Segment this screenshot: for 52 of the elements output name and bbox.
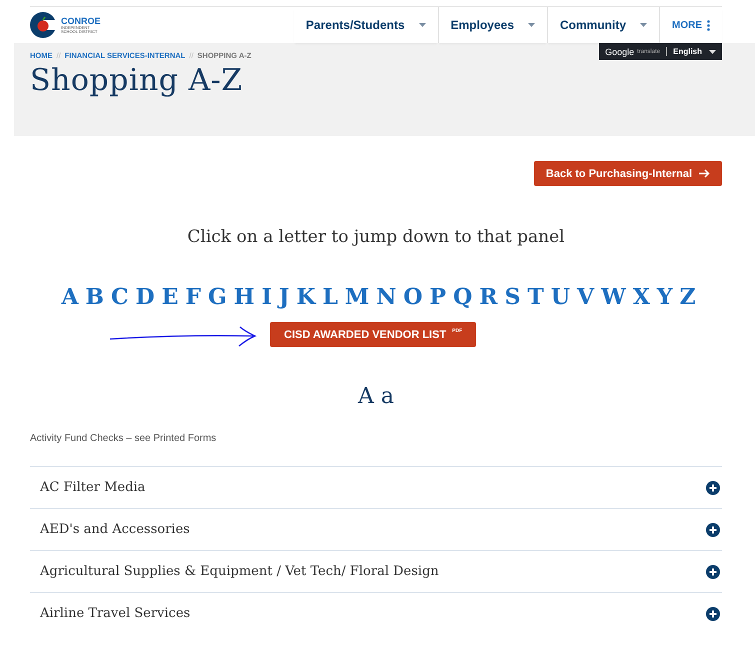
letter-link[interactable]: Y xyxy=(656,284,673,310)
letter-link[interactable]: F xyxy=(185,284,201,310)
letter-link[interactable]: R xyxy=(479,284,498,310)
nav-menu-item[interactable]: Parents/Students xyxy=(294,7,438,43)
letter-link[interactable]: I xyxy=(262,284,272,310)
plus-icon xyxy=(706,480,720,494)
letter-link[interactable]: H xyxy=(234,284,255,310)
letter-link[interactable]: T xyxy=(527,284,544,310)
back-button[interactable]: Back to Purchasing-Internal xyxy=(534,161,722,186)
letter-link[interactable]: M xyxy=(344,284,370,310)
arrow-right-icon xyxy=(699,169,710,178)
logo-icon xyxy=(30,12,56,38)
page-title: Shopping A-Z xyxy=(30,63,244,98)
vendor-list-button[interactable]: CISD AWARDED VENDOR LIST $^{PDF}$ xyxy=(270,322,476,347)
letter-link[interactable]: K xyxy=(296,284,316,310)
more-icon xyxy=(707,20,710,30)
letter-link[interactable]: V xyxy=(577,284,594,310)
letter-link[interactable]: O xyxy=(403,284,423,310)
letter-link[interactable]: Q xyxy=(453,284,472,310)
accordion-row[interactable]: AC Filter Media xyxy=(30,466,722,508)
letter-link[interactable]: X xyxy=(632,284,650,310)
letter-link[interactable]: N xyxy=(376,284,396,310)
caret-icon xyxy=(640,23,647,27)
letter-link[interactable]: P xyxy=(430,284,446,310)
plus-icon xyxy=(706,522,720,536)
section-heading: A a xyxy=(356,384,395,409)
letter-link[interactable]: D xyxy=(136,284,155,310)
letter-link[interactable]: W xyxy=(601,284,626,310)
letter-link[interactable]: Z xyxy=(680,284,696,310)
plus-icon xyxy=(706,606,720,620)
logo-name: CONROE xyxy=(61,16,101,26)
letter-link[interactable]: A xyxy=(61,284,78,310)
letter-link[interactable]: G xyxy=(208,284,227,310)
accordion-row[interactable]: Agricultural Supplies & Equipment / Vet Tech/ Floral Design xyxy=(30,550,722,592)
caret-icon xyxy=(418,23,426,27)
letter-link[interactable]: C xyxy=(111,284,129,310)
caret-icon xyxy=(709,50,716,54)
note-text: Activity Fund Checks – see Printed Forms xyxy=(30,433,218,444)
accordion-row[interactable]: Airline Travel Services xyxy=(30,592,722,634)
caret-icon xyxy=(528,23,535,27)
letter-link[interactable]: U xyxy=(550,284,570,310)
letter-link[interactable]: L xyxy=(322,284,338,310)
accordion-row[interactable]: AED's and Accessories xyxy=(30,508,722,550)
instruction-text: Click on a letter to jump down to that panel xyxy=(186,227,566,247)
nav-menu-item[interactable]: Community xyxy=(547,7,659,43)
letter-link[interactable]: E xyxy=(162,284,178,310)
nav-menu-item[interactable]: Employees xyxy=(438,7,547,43)
letter-link[interactable]: S xyxy=(504,284,520,310)
letter-link[interactable]: B xyxy=(85,284,104,310)
nav-menu-item[interactable]: MORE xyxy=(659,7,722,43)
plus-icon xyxy=(706,564,720,578)
letter-link[interactable]: J xyxy=(278,284,290,310)
